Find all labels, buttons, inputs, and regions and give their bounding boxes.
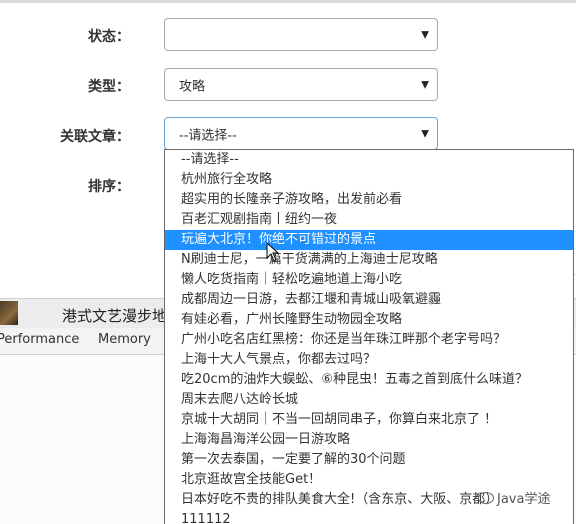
type-select[interactable]: 攻略 ▼ xyxy=(164,68,438,101)
dropdown-option[interactable]: 超实用的长隆亲子游攻略，出发前必看 xyxy=(165,190,573,210)
status-select[interactable]: ▼ xyxy=(164,18,438,51)
dropdown-option[interactable]: 百老汇观剧指南丨纽约一夜 xyxy=(165,210,573,230)
dropdown-option-highlighted[interactable]: 玩遍大北京！你绝不可错过的景点 xyxy=(165,230,573,250)
article-dropdown-list[interactable]: --请选择-- 杭州旅行全攻略 超实用的长隆亲子游攻略，出发前必看 百老汇观剧指… xyxy=(164,149,574,524)
dropdown-option[interactable]: 周末去爬八达岭长城 xyxy=(165,390,573,410)
dropdown-option[interactable]: 上海十大人气景点，你都去过吗？ xyxy=(165,350,573,370)
dropdown-option[interactable]: 懒人吃货指南｜轻松吃遍地道上海小吃 xyxy=(165,270,573,290)
dropdown-option[interactable]: 杭州旅行全攻略 xyxy=(165,170,573,190)
chevron-down-icon: ▼ xyxy=(421,79,429,90)
dropdown-option[interactable]: 吃20cm的油炸大蜈蚣、⑥种昆虫！五毒之首到底什么味道？ xyxy=(165,370,573,390)
type-label: 类型： xyxy=(88,79,130,95)
tab-memory[interactable]: Memory xyxy=(98,332,151,347)
dropdown-option[interactable]: 111112 xyxy=(165,510,573,524)
wechat-icon xyxy=(478,491,494,504)
banner-title: 港式文艺漫步地 xyxy=(62,307,168,325)
top-divider xyxy=(0,0,576,3)
dropdown-option[interactable]: N刷迪士尼，一篇干货满满的上海迪士尼攻略 xyxy=(165,250,573,270)
dropdown-option[interactable]: 成都周边一日游，去都江堰和青城山吸氧避霾 xyxy=(165,290,573,310)
type-select-value: 攻略 xyxy=(179,79,206,94)
tab-performance[interactable]: Performance xyxy=(0,332,79,347)
order-label: 排序： xyxy=(88,179,130,195)
watermark: Java学途 xyxy=(478,488,550,507)
watermark-text: Java学途 xyxy=(497,492,551,507)
dropdown-option[interactable]: 北京逛故宫全技能Get！ xyxy=(165,470,573,490)
dropdown-option[interactable]: 广州小吃名店红黑榜：你还是当年珠江畔那个老字号吗？ xyxy=(165,330,573,350)
mouse-cursor-icon xyxy=(266,242,280,262)
status-label: 状态： xyxy=(88,29,130,45)
banner-thumbnail xyxy=(0,301,18,325)
article-label: 关联文章： xyxy=(60,129,130,145)
article-select-value: --请选择-- xyxy=(179,128,237,143)
chevron-down-icon: ▼ xyxy=(421,29,429,40)
dropdown-option[interactable]: --请选择-- xyxy=(165,150,573,170)
article-select[interactable]: --请选择-- ▼ xyxy=(164,117,438,150)
dropdown-option[interactable]: 第一次去泰国，一定要了解的30个问题 xyxy=(165,450,573,470)
chevron-down-icon: ▼ xyxy=(421,128,429,139)
dropdown-option[interactable]: 上海海昌海洋公园一日游攻略 xyxy=(165,430,573,450)
dropdown-option[interactable]: 京城十大胡同｜不当一回胡同串子，你算白来北京了 ！ xyxy=(165,410,573,430)
dropdown-option[interactable]: 有娃必看，广州长隆野生动物园全攻略 xyxy=(165,310,573,330)
